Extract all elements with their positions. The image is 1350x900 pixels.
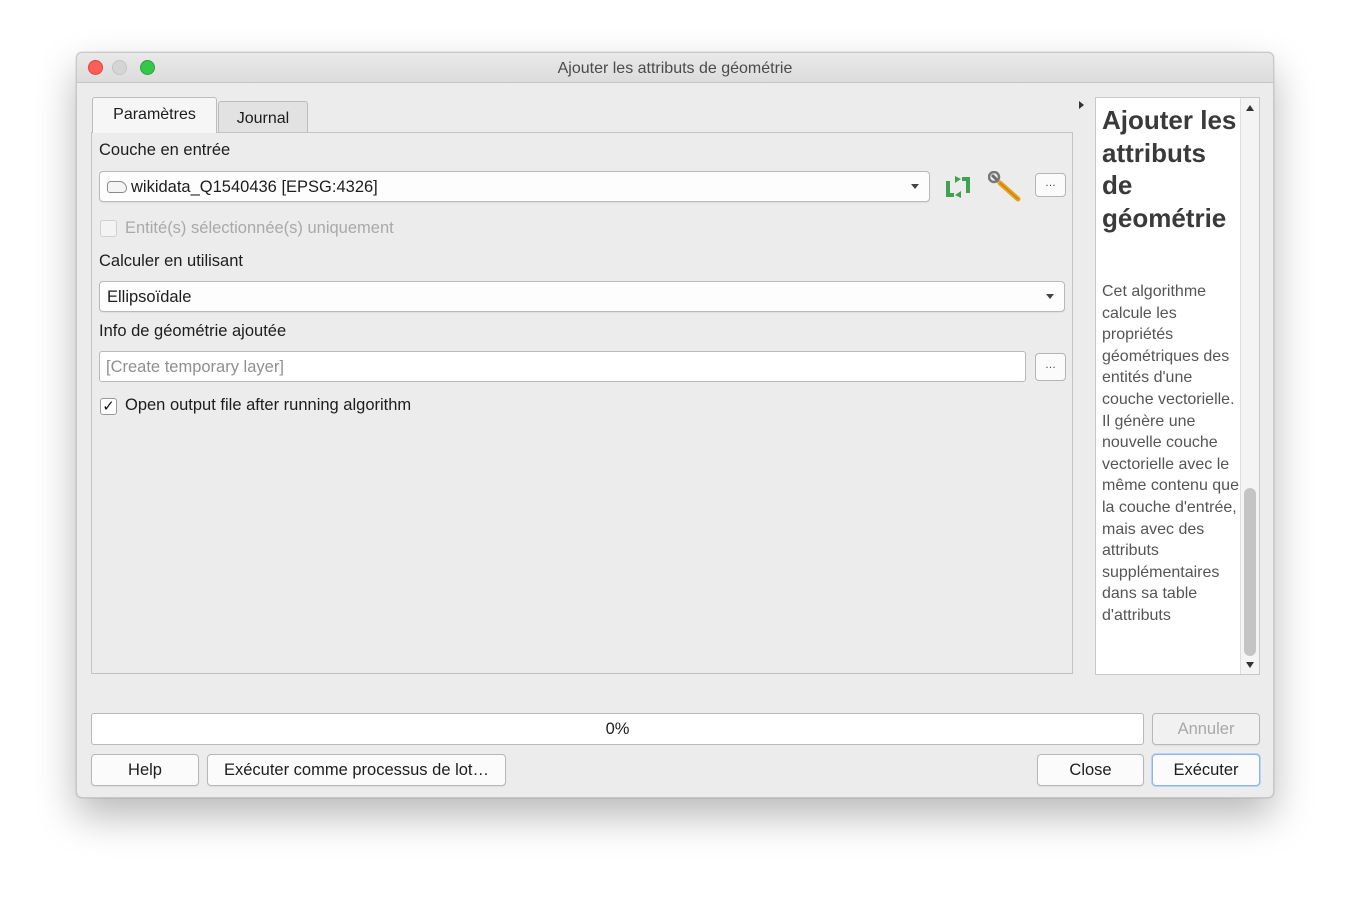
chevron-down-icon	[1046, 294, 1054, 299]
scroll-down-icon[interactable]	[1246, 662, 1254, 668]
run-button[interactable]: Exécuter	[1152, 754, 1260, 786]
output-more-button[interactable]: …	[1035, 353, 1066, 381]
calc-method-combo[interactable]: Ellipsoïdale	[99, 281, 1065, 312]
output-field[interactable]: [Create temporary layer]	[99, 351, 1026, 382]
title-bar[interactable]: Ajouter les attributs de géométrie	[77, 53, 1273, 83]
help-scrollbar[interactable]	[1240, 98, 1259, 674]
polygon-layer-icon	[107, 181, 127, 193]
progress-bar: 0%	[91, 713, 1144, 745]
selected-only-checkbox[interactable]	[100, 220, 117, 237]
input-layer-more-button[interactable]: …	[1035, 173, 1066, 197]
open-output-checkbox[interactable]: ✓	[100, 398, 117, 415]
tab-parametres[interactable]: Paramètres	[92, 97, 217, 133]
scroll-thumb[interactable]	[1244, 488, 1256, 656]
dialog-window: Ajouter les attributs de géométrie Param…	[76, 52, 1274, 798]
calc-method-value: Ellipsoïdale	[107, 288, 192, 306]
scroll-up-icon[interactable]	[1246, 105, 1254, 111]
input-layer-value: wikidata_Q1540436 [EPSG:4326]	[131, 178, 378, 196]
tab-journal[interactable]: Journal	[218, 101, 308, 133]
calc-method-label: Calculer en utilisant	[99, 252, 243, 270]
refresh-iterate-icon[interactable]	[942, 173, 974, 201]
output-label: Info de géométrie ajoutée	[99, 322, 287, 340]
chevron-down-icon	[911, 184, 919, 189]
batch-process-button[interactable]: Exécuter comme processus de lot…	[207, 754, 506, 786]
window-title: Ajouter les attributs de géométrie	[557, 60, 793, 77]
help-title: Ajouter les attributs de géométrie	[1102, 105, 1237, 233]
close-button[interactable]: Close	[1037, 754, 1144, 786]
input-layer-combo[interactable]: wikidata_Q1540436 [EPSG:4326]	[99, 171, 930, 202]
cancel-button[interactable]: Annuler	[1152, 713, 1260, 745]
parameters-panel: Couche en entrée wikidata_Q1540436 [EPSG…	[91, 132, 1073, 674]
selected-only-label: Entité(s) sélectionnée(s) uniquement	[125, 219, 394, 237]
help-button[interactable]: Help	[91, 754, 199, 786]
input-layer-label: Couche en entrée	[99, 141, 231, 159]
open-output-label: Open output file after running algorithm	[125, 396, 412, 414]
wrench-icon[interactable]	[988, 171, 1024, 203]
help-panel: Ajouter les attributs de géométrie Cet a…	[1095, 97, 1260, 675]
progress-text: 0%	[605, 720, 630, 738]
help-body: Cet algorithme calcule les propriétés gé…	[1102, 283, 1239, 624]
splitter-toggle-icon[interactable]	[1079, 101, 1084, 109]
